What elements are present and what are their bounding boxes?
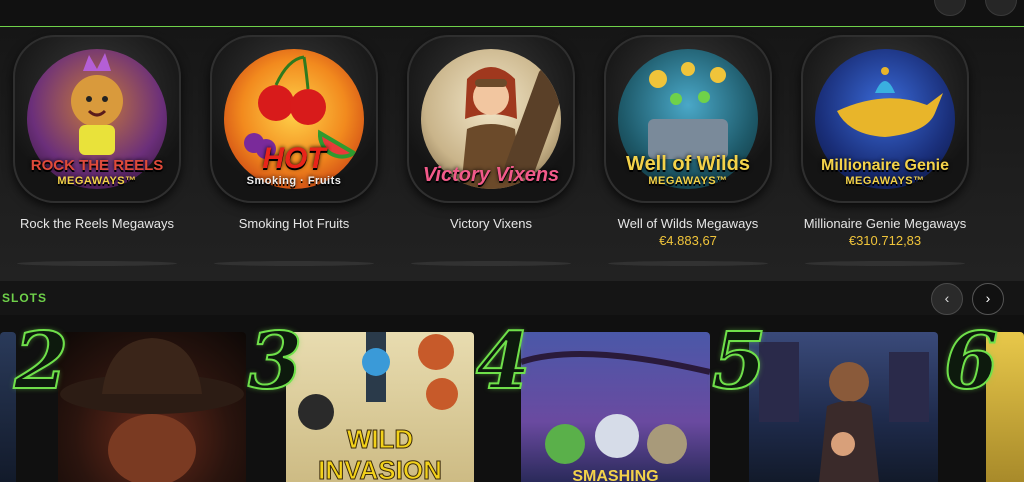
- chevron-left-icon: ‹: [944, 290, 950, 306]
- card-reflection: [17, 261, 177, 266]
- rank-number-3: 3: [247, 316, 303, 407]
- rank-number-4: 4: [475, 316, 531, 407]
- game-title[interactable]: Victory Vixens: [391, 216, 591, 231]
- game-logo-subtext: MEGAWAYS™: [648, 175, 728, 187]
- slot-tile-rank-5[interactable]: [749, 332, 938, 482]
- top-nav-button-left[interactable]: [934, 0, 966, 16]
- wizard-characters-art: [759, 342, 929, 482]
- jackpot-card-rock-the-reels[interactable]: ROCK THE REELS MEGAWAYS™ Rock the Reels …: [7, 35, 187, 275]
- carousel-next-button[interactable]: ›: [972, 283, 1004, 315]
- top-bar: [0, 0, 1024, 27]
- game-logo-text: HOT: [262, 142, 326, 175]
- card-reflection: [411, 261, 571, 266]
- jackpot-card-victory-vixens[interactable]: Victory Vixens Victory Vixens: [401, 35, 581, 275]
- game-logo-text: Well of Wilds: [626, 153, 750, 175]
- slot-tile-label: WILD INVASION: [318, 424, 443, 482]
- game-title[interactable]: Rock the Reels Megaways: [0, 216, 197, 231]
- game-thumbnail[interactable]: Victory Vixens: [407, 35, 575, 203]
- section-title: SLOTS: [2, 291, 48, 305]
- top-nav-button-right[interactable]: [985, 0, 1017, 16]
- game-logo-text: ROCK THE REELS: [30, 157, 164, 174]
- game-title[interactable]: Smoking Hot Fruits: [194, 216, 394, 231]
- slot-tile-rank-3[interactable]: WILD INVASION: [286, 332, 474, 482]
- game-title[interactable]: Well of Wilds Megaways: [588, 216, 788, 231]
- rank-number-2: 2: [13, 316, 69, 407]
- slot-tile-label: SMASHING: [572, 468, 659, 482]
- chevron-right-icon: ›: [985, 290, 991, 306]
- slot-tile-rank-4[interactable]: SMASHING: [521, 332, 710, 482]
- slots-section-header: SLOTS ‹ ›: [0, 281, 1024, 315]
- game-logo-subtext: MEGAWAYS™: [845, 175, 925, 187]
- game-logo-text: Victory Vixens: [422, 164, 560, 186]
- monster-trio-art: [521, 351, 710, 464]
- slot-tile-rank-2[interactable]: [58, 332, 246, 482]
- game-thumbnail[interactable]: ROCK THE REELS MEGAWAYS™: [13, 35, 181, 203]
- card-reflection: [805, 261, 965, 266]
- rank-number-5: 5: [711, 316, 767, 407]
- game-thumbnail[interactable]: Well of Wilds MEGAWAYS™: [604, 35, 772, 203]
- rank-number-6: 6: [943, 316, 999, 407]
- jackpot-amount: €310.712,83: [848, 233, 922, 248]
- jackpot-card-smoking-hot-fruits[interactable]: HOT Smoking · Fruits Smoking Hot Fruits: [204, 35, 384, 275]
- card-reflection: [608, 261, 768, 266]
- game-title[interactable]: Millionaire Genie Megaways: [785, 216, 985, 231]
- jackpot-card-millionaire-genie[interactable]: Millionaire Genie MEGAWAYS™ Millionaire …: [795, 35, 975, 275]
- carousel-prev-button[interactable]: ‹: [931, 283, 963, 315]
- game-thumbnail[interactable]: Millionaire Genie MEGAWAYS™: [801, 35, 969, 203]
- game-thumbnail[interactable]: HOT Smoking · Fruits: [210, 35, 378, 203]
- jackpot-amount: €4.883,67: [659, 233, 717, 248]
- jackpot-card-well-of-wilds[interactable]: Well of Wilds MEGAWAYS™ Well of Wilds Me…: [598, 35, 778, 275]
- hat-figure-art: [60, 338, 244, 482]
- card-reflection: [214, 261, 374, 266]
- top-slots-row: WILD INVASION SMASHING 2 3 4 5 6: [0, 315, 1024, 482]
- game-logo-text: Millionaire Genie: [820, 157, 950, 174]
- jackpot-carousel: ROCK THE REELS MEGAWAYS™ Rock the Reels …: [0, 27, 1024, 281]
- game-logo-subtext: Smoking · Fruits: [246, 175, 342, 187]
- game-logo-subtext: MEGAWAYS™: [57, 175, 137, 187]
